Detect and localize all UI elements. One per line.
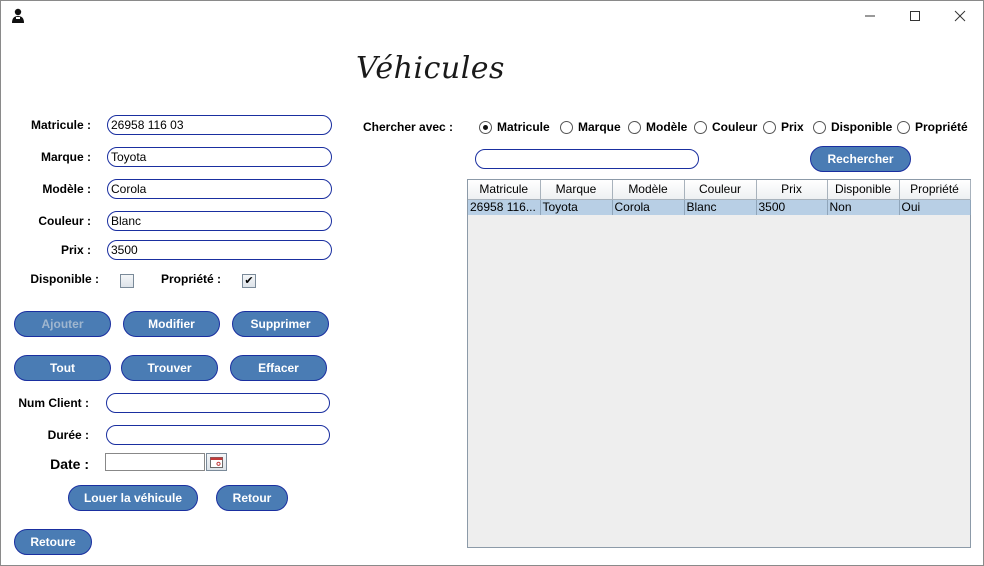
disponible-checkbox[interactable] (120, 274, 134, 288)
modele-label: Modèle : (42, 182, 91, 196)
rechercher-button[interactable]: Rechercher (810, 146, 911, 172)
table-cell: 26958 116... (468, 199, 541, 215)
radio-label: Propriété (915, 120, 968, 134)
column-header-matricule[interactable]: Matricule (468, 180, 541, 200)
close-icon (954, 10, 966, 22)
date-picker-button[interactable] (206, 453, 227, 471)
radio-modele[interactable]: Modèle (628, 119, 687, 135)
duree-field[interactable] (106, 425, 330, 445)
num-client-field[interactable] (106, 393, 330, 413)
radio-label: Disponible (831, 120, 893, 134)
tout-button[interactable]: Tout (14, 355, 111, 381)
minimize-button[interactable] (847, 1, 893, 31)
ajouter-button[interactable]: Ajouter (14, 311, 111, 337)
retour-button[interactable]: Retour (216, 485, 288, 511)
prix-label: Prix : (60, 243, 91, 257)
table-header-row: Matricule Marque Modèle Couleur Prix Dis… (468, 180, 971, 200)
app-window: Véhicules Matricule : Marque : Modèle : … (0, 0, 984, 566)
propriete-checkbox[interactable]: ✔ (242, 274, 256, 288)
marque-field[interactable] (107, 147, 332, 167)
minimize-icon (865, 15, 875, 17)
date-label: Date : (50, 456, 89, 472)
maximize-icon (910, 11, 920, 21)
radio-label: Couleur (712, 120, 758, 134)
table-row[interactable]: 26958 116... Toyota Corola Blanc 3500 No… (468, 199, 971, 215)
table-cell: Oui (899, 199, 971, 215)
effacer-button[interactable]: Effacer (230, 355, 327, 381)
search-label: Chercher avec : (363, 120, 454, 134)
column-header-propriete[interactable]: Propriété (899, 180, 971, 200)
maximize-button[interactable] (892, 1, 938, 31)
table-cell: Toyota (540, 199, 613, 215)
radio-button-icon (560, 120, 573, 134)
checkmark-icon: ✔ (244, 274, 254, 287)
search-input[interactable] (475, 149, 699, 169)
column-header-marque[interactable]: Marque (540, 180, 613, 200)
matricule-field[interactable] (107, 115, 332, 135)
radio-button-icon (628, 120, 641, 134)
radio-label: Prix (781, 120, 804, 134)
radio-button-icon (694, 120, 707, 134)
duree-label: Durée : (47, 428, 89, 442)
table-cell: Corola (612, 199, 685, 215)
marque-label: Marque : (40, 150, 91, 164)
close-button[interactable] (937, 1, 983, 31)
propriete-label: Propriété : (160, 272, 221, 286)
radio-propriete[interactable]: Propriété (897, 119, 968, 135)
disponible-label: Disponible : (30, 272, 99, 286)
radio-prix[interactable]: Prix (763, 119, 804, 135)
column-header-prix[interactable]: Prix (756, 180, 828, 200)
radio-label: Modèle (646, 120, 688, 134)
radio-label: Matricule (497, 120, 550, 134)
radio-matricule[interactable]: Matricule (479, 119, 550, 135)
supprimer-button[interactable]: Supprimer (232, 311, 329, 337)
radio-button-icon (479, 120, 492, 134)
num-client-label: Num Client : (18, 396, 89, 410)
radio-button-icon (897, 120, 910, 134)
matricule-label: Matricule : (30, 118, 91, 132)
user-icon (12, 8, 24, 23)
title-bar[interactable] (1, 1, 983, 31)
modele-field[interactable] (107, 179, 332, 199)
column-header-couleur[interactable]: Couleur (684, 180, 757, 200)
radio-label: Marque (578, 120, 621, 134)
radio-disponible[interactable]: Disponible (813, 119, 892, 135)
radio-marque[interactable]: Marque (560, 119, 621, 135)
trouver-button[interactable]: Trouver (121, 355, 218, 381)
couleur-field[interactable] (107, 211, 332, 231)
results-table[interactable]: Matricule Marque Modèle Couleur Prix Dis… (467, 179, 971, 548)
page-title: Véhicules (356, 51, 505, 86)
louer-button[interactable]: Louer la véhicule (68, 485, 198, 511)
date-field[interactable] (105, 453, 205, 471)
modifier-button[interactable]: Modifier (123, 311, 220, 337)
calendar-icon (210, 456, 223, 468)
table-cell: 3500 (756, 199, 828, 215)
radio-button-icon (763, 120, 776, 134)
column-header-modele[interactable]: Modèle (612, 180, 685, 200)
table-cell: Non (827, 199, 900, 215)
radio-button-icon (813, 120, 826, 134)
couleur-label: Couleur : (38, 214, 91, 228)
retoure-button[interactable]: Retoure (14, 529, 92, 555)
column-header-disponible[interactable]: Disponible (827, 180, 900, 200)
prix-field[interactable] (107, 240, 332, 260)
table-cell: Blanc (684, 199, 757, 215)
radio-couleur[interactable]: Couleur (694, 119, 757, 135)
